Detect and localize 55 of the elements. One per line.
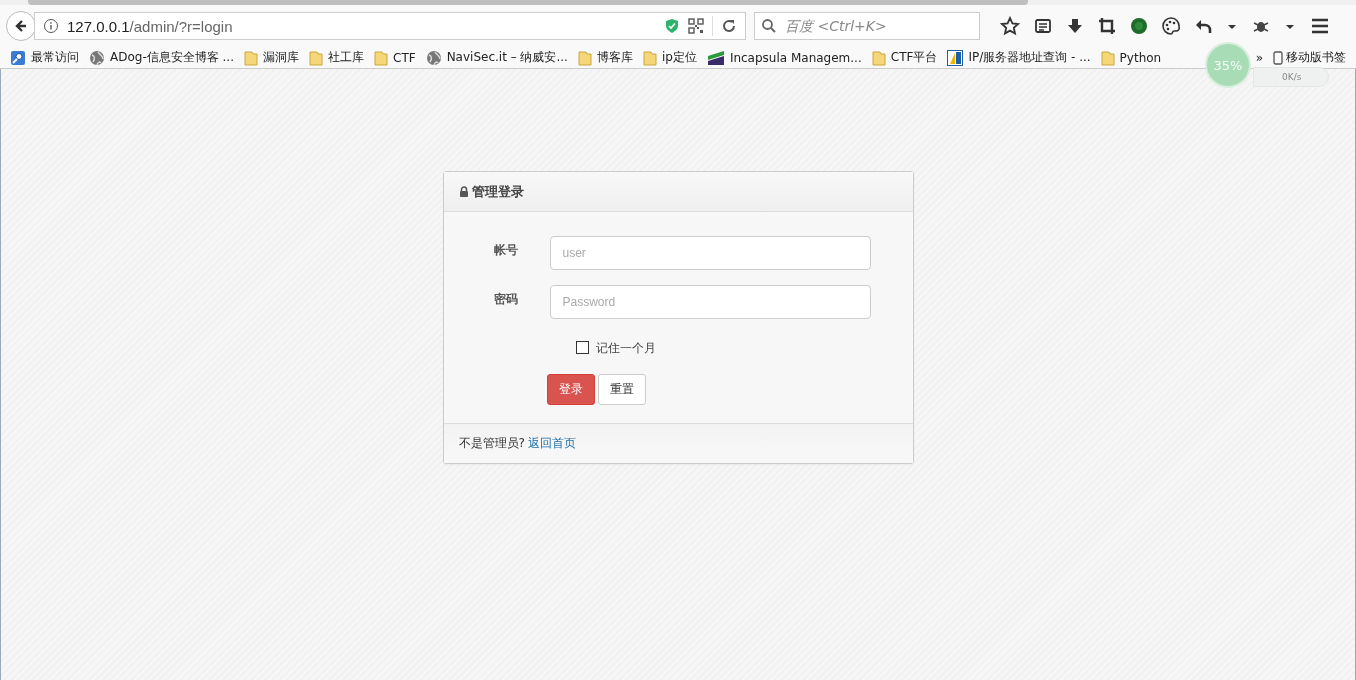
bookmark-item[interactable]: ip定位	[642, 49, 697, 66]
bookmark-item[interactable]: 社工库	[309, 49, 364, 66]
bookmark-item[interactable]: CTF	[374, 49, 416, 66]
mobile-bookmarks[interactable]: 移动版书签	[1273, 49, 1346, 66]
menu-icon[interactable]	[1310, 16, 1330, 36]
field-label: 帐号	[493, 241, 519, 259]
stripes-logo-icon	[706, 49, 725, 66]
field-label: 密码	[493, 290, 519, 308]
qr-code-icon[interactable]	[688, 18, 704, 34]
login-button[interactable]: 登录	[546, 374, 595, 405]
bookmark-item[interactable]: IP/服务器地址查询 - ...	[947, 49, 1091, 66]
search-bar[interactable]: 百度 <Ctrl+K>	[754, 12, 980, 40]
speed-rate: 0K/s	[1282, 72, 1302, 82]
search-icon	[761, 18, 777, 34]
bookmark-item[interactable]: NaviSec.it – 纳威安...	[425, 49, 568, 66]
extension-ball-icon[interactable]	[1130, 17, 1148, 35]
folder-icon	[309, 49, 323, 66]
folder-icon	[374, 49, 388, 66]
info-icon[interactable]	[43, 18, 59, 34]
back-arrow-icon	[13, 18, 29, 34]
reload-icon[interactable]	[721, 18, 737, 34]
username-field[interactable]: user	[549, 236, 871, 270]
address-bar[interactable]: 127.0.0.1/admin/?r=login	[34, 12, 746, 40]
download-icon[interactable]	[1066, 17, 1084, 35]
more-bookmarks-chevron[interactable]: »	[1255, 50, 1263, 65]
home-link[interactable]: 返回首页	[527, 435, 576, 452]
bookmark-item[interactable]: Python	[1100, 49, 1162, 66]
folder-icon	[642, 49, 657, 66]
bookmark-item[interactable]: CTF平台	[871, 49, 938, 66]
lock-icon	[458, 186, 469, 197]
remember-label: 记住一个月	[595, 340, 656, 357]
folder-icon	[871, 49, 886, 66]
remember-checkbox[interactable]	[575, 340, 589, 354]
panel-title: 管理登录	[471, 182, 524, 201]
folder-icon	[1100, 49, 1115, 66]
reset-button[interactable]: 重置	[597, 374, 646, 405]
bookmark-item[interactable]: ADog-信息安全博客 ...	[89, 49, 234, 66]
folder-icon	[244, 49, 258, 66]
phone-icon	[1273, 50, 1283, 65]
bookmark-item[interactable]: 博客库	[577, 49, 633, 66]
star-icon[interactable]	[1000, 16, 1020, 36]
url-text: 127.0.0.1/admin/?r=login	[67, 17, 233, 35]
bookmark-item[interactable]: 漏洞库	[244, 49, 299, 66]
back-button[interactable]	[6, 11, 36, 41]
globe-icon	[425, 49, 442, 66]
bookmark-item[interactable]: Incapsula Managem...	[706, 49, 862, 66]
bookmark-item[interactable]: 最常访问	[10, 49, 79, 66]
password-field[interactable]: Password	[549, 285, 871, 319]
footer-text: 不是管理员?	[458, 435, 525, 452]
globe-icon	[89, 49, 105, 66]
folder-icon	[577, 49, 592, 66]
reading-list-icon[interactable]	[1034, 17, 1052, 35]
shield-icon[interactable]	[664, 18, 680, 34]
palette-icon[interactable]	[1162, 17, 1180, 35]
crop-icon[interactable]	[1098, 17, 1116, 35]
